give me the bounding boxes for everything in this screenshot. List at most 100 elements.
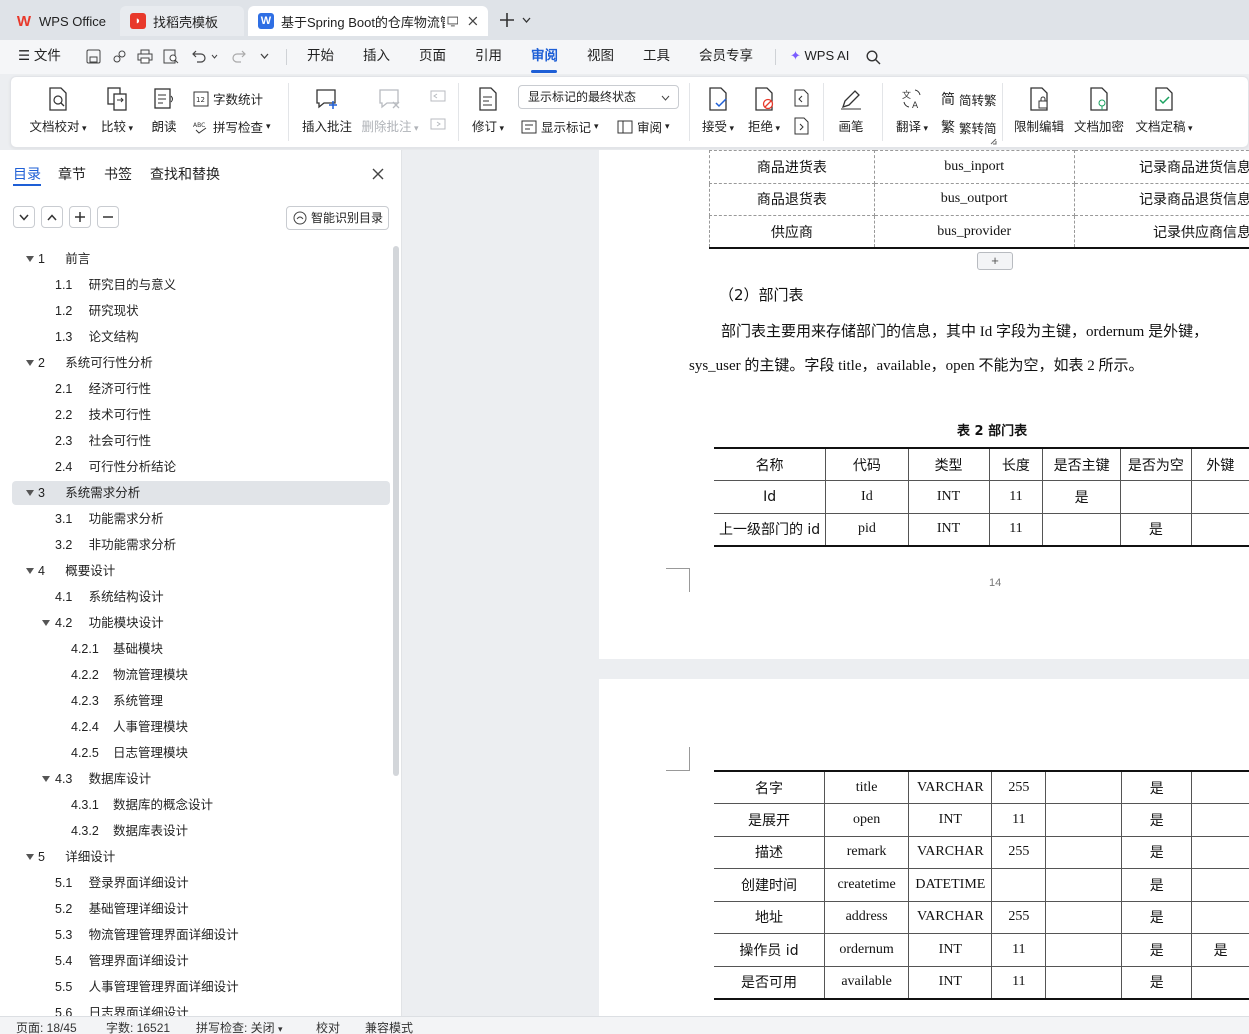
menu-insert[interactable]: 插入 bbox=[363, 40, 390, 74]
wps-ai-button[interactable]: ✦ WPS AI bbox=[790, 40, 849, 74]
encrypt-document-button[interactable]: 文档加密 bbox=[1073, 87, 1125, 135]
table-cell[interactable]: Id bbox=[825, 480, 909, 514]
insert-comment-button[interactable]: 插入批注 bbox=[299, 87, 355, 135]
table-header-cell[interactable]: 代码 bbox=[825, 448, 909, 481]
table-cell[interactable]: open bbox=[824, 803, 910, 837]
previous-change-icon[interactable] bbox=[792, 89, 810, 107]
table-cell[interactable] bbox=[1045, 771, 1123, 804]
table-cell[interactable]: VARCHAR bbox=[908, 771, 993, 804]
show-markup-button[interactable]: 显示标记 ▾ bbox=[521, 117, 599, 136]
table-cell[interactable]: 是 bbox=[1121, 901, 1193, 934]
smart-toc-button[interactable]: 智能识别目录 bbox=[286, 206, 389, 230]
toc-item[interactable]: 1.1 研究目的与意义 bbox=[12, 273, 390, 297]
toc-item[interactable]: 4.3.2 数据库表设计 bbox=[12, 819, 390, 843]
table-cell[interactable]: pid bbox=[825, 513, 909, 546]
spell-check-status[interactable]: 拼写检查: 关闭 ▾ bbox=[196, 1019, 283, 1034]
toc-item[interactable]: 4.2.2 物流管理模块 bbox=[12, 663, 390, 687]
table-cell[interactable]: 是 bbox=[1042, 480, 1121, 514]
toc-item[interactable]: 4.1 系统结构设计 bbox=[12, 585, 390, 609]
toc-item[interactable]: 5.5 人事管理管理界面详细设计 bbox=[12, 975, 390, 999]
table-cell[interactable]: 是 bbox=[1191, 933, 1249, 967]
table-cell[interactable]: 记录商品进货信息 bbox=[1074, 150, 1249, 184]
tab-toc[interactable]: 目录 bbox=[13, 164, 41, 184]
translate-button[interactable]: 文A 翻译 ▾ bbox=[893, 87, 931, 135]
table-cell[interactable] bbox=[991, 868, 1047, 902]
table-cell[interactable]: title bbox=[824, 771, 910, 804]
search-icon[interactable] bbox=[866, 50, 881, 65]
menu-references[interactable]: 引用 bbox=[475, 40, 502, 74]
table-cell[interactable]: 操作员 id bbox=[714, 933, 825, 967]
expand-arrow-icon[interactable] bbox=[26, 360, 34, 366]
next-change-icon[interactable] bbox=[792, 117, 810, 135]
restrict-editing-button[interactable]: 限制编辑 bbox=[1013, 87, 1065, 135]
table-header-cell[interactable]: 是否为空 bbox=[1120, 448, 1192, 481]
toc-item[interactable]: 5.2 基础管理详细设计 bbox=[12, 897, 390, 921]
simplified-to-traditional-button[interactable]: 简 简转繁 bbox=[941, 89, 997, 109]
add-heading-button[interactable] bbox=[69, 206, 91, 228]
table-cell[interactable]: 是 bbox=[1121, 803, 1193, 837]
undo-icon[interactable] bbox=[192, 49, 206, 63]
expand-up-button[interactable] bbox=[41, 206, 63, 228]
toc-item[interactable]: 1 前言 bbox=[12, 247, 390, 271]
new-tab-icon[interactable] bbox=[500, 13, 514, 27]
table-cell[interactable] bbox=[1045, 933, 1123, 967]
table-cell[interactable]: 描述 bbox=[714, 836, 825, 869]
undo-dropdown-icon[interactable] bbox=[211, 54, 218, 59]
reject-button[interactable]: 拒绝 ▾ bbox=[745, 87, 783, 135]
file-menu[interactable]: ☰ 文件 bbox=[18, 40, 61, 74]
table-header-cell[interactable]: 外键 bbox=[1191, 448, 1249, 481]
table-cell[interactable]: INT bbox=[908, 933, 993, 967]
toc-item[interactable]: 4.2.3 系统管理 bbox=[12, 689, 390, 713]
table-cell[interactable]: 是 bbox=[1121, 868, 1193, 902]
table-cell[interactable]: 是展开 bbox=[714, 803, 825, 837]
toc-item[interactable]: 5 详细设计 bbox=[12, 845, 390, 869]
table-cell[interactable] bbox=[1045, 966, 1123, 999]
table-cell[interactable]: 255 bbox=[991, 836, 1047, 869]
table-cell[interactable]: 255 bbox=[991, 901, 1047, 934]
table-cell[interactable]: 地址 bbox=[714, 901, 825, 934]
word-count[interactable]: 字数: 16521 bbox=[106, 1019, 170, 1034]
toc-item[interactable]: 2.1 经济可行性 bbox=[12, 377, 390, 401]
read-aloud-button[interactable]: 朗读 bbox=[149, 87, 179, 135]
table-cell[interactable]: 创建时间 bbox=[714, 868, 825, 902]
table-cell[interactable]: address bbox=[824, 901, 910, 934]
table-cell[interactable]: VARCHAR bbox=[908, 836, 993, 869]
page-indicator[interactable]: 页面: 18/45 bbox=[16, 1019, 77, 1034]
table-cell[interactable] bbox=[1191, 513, 1249, 546]
table-header-cell[interactable]: 名称 bbox=[714, 448, 827, 481]
table-cell[interactable]: INT bbox=[908, 480, 990, 514]
table-cell[interactable] bbox=[1042, 513, 1121, 546]
menu-review[interactable]: 审阅 bbox=[531, 40, 558, 74]
table-cell[interactable]: available bbox=[824, 966, 910, 999]
toc-scrollbar[interactable] bbox=[393, 246, 399, 776]
toc-item[interactable]: 4.3.1 数据库的概念设计 bbox=[12, 793, 390, 817]
print-preview-icon[interactable] bbox=[163, 49, 179, 64]
accept-button[interactable]: 接受 ▾ bbox=[699, 87, 737, 135]
table-header-cell[interactable]: 类型 bbox=[908, 448, 990, 481]
table-cell[interactable]: INT bbox=[908, 513, 990, 546]
table-cell[interactable] bbox=[1191, 771, 1249, 804]
toc-item[interactable]: 5.4 管理界面详细设计 bbox=[12, 949, 390, 973]
toc-item[interactable]: 5.3 物流管理管理界面详细设计 bbox=[12, 923, 390, 947]
menu-page[interactable]: 页面 bbox=[419, 40, 446, 74]
table-cell[interactable]: 名字 bbox=[714, 771, 825, 804]
proof-document-button[interactable]: 文档校对 ▾ bbox=[27, 87, 89, 135]
compare-button[interactable]: 比较 ▾ bbox=[97, 87, 137, 135]
toc-item[interactable]: 1.2 研究现状 bbox=[12, 299, 390, 323]
table-cell[interactable] bbox=[1191, 901, 1249, 934]
tab-wps-office[interactable]: W WPS Office bbox=[6, 6, 116, 36]
table-cell[interactable]: 255 bbox=[991, 771, 1047, 804]
table-cell[interactable]: 是 bbox=[1121, 966, 1193, 999]
table-cell[interactable] bbox=[1045, 836, 1123, 869]
table-cell[interactable]: ordernum bbox=[824, 933, 910, 967]
print-icon[interactable] bbox=[137, 49, 153, 64]
tab-docer[interactable]: ◗ 找稻壳模板 bbox=[120, 6, 244, 36]
markup-display-select[interactable]: 显示标记的最终状态 bbox=[518, 85, 679, 109]
review-pane-button[interactable]: 审阅 ▾ bbox=[617, 117, 670, 136]
table-cell[interactable]: 是 bbox=[1121, 836, 1193, 869]
table-cell[interactable]: 11 bbox=[989, 480, 1044, 514]
add-table-row-button[interactable]: + bbox=[977, 252, 1013, 270]
table-cell[interactable] bbox=[1192, 966, 1249, 999]
chevron-down-icon[interactable] bbox=[522, 17, 531, 23]
expand-arrow-icon[interactable] bbox=[42, 776, 50, 782]
